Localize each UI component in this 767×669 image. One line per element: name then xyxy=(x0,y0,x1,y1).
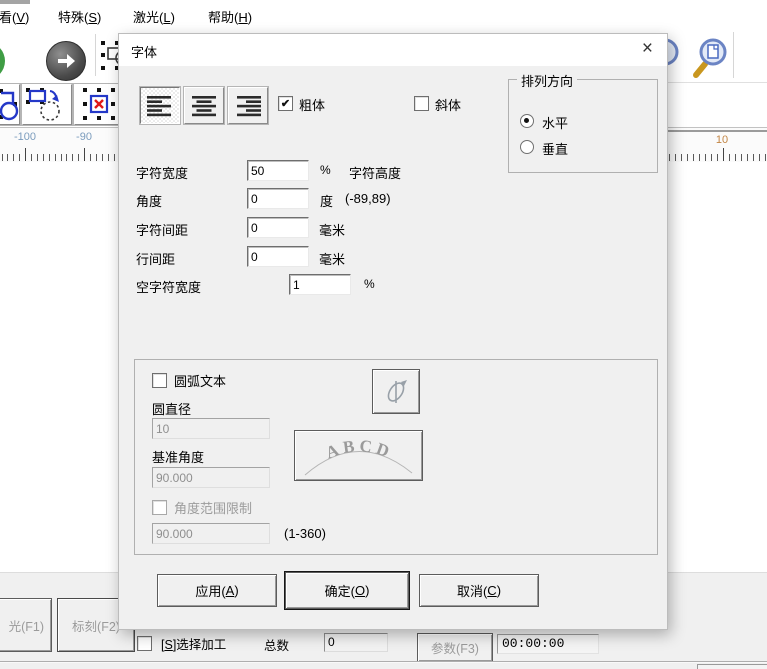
base-angle-input xyxy=(152,467,270,488)
empty-char-width-input[interactable] xyxy=(289,274,351,295)
angle-hint: (-89,89) xyxy=(345,191,391,206)
direction-group: 排列方向 水平 垂直 xyxy=(508,71,658,173)
apply-button[interactable]: 应用(A) xyxy=(157,574,277,607)
svg-text:ABCD: ABCD xyxy=(323,436,395,462)
align-left-icon xyxy=(147,95,171,116)
char-width-label: 字符宽度 xyxy=(136,166,189,181)
bold-checkbox[interactable]: ✔ xyxy=(278,96,293,111)
menu-item-view[interactable]: 查看(V) xyxy=(0,7,29,26)
param-button[interactable]: 参数(F3) xyxy=(417,633,493,662)
check-icon: ✔ xyxy=(280,98,291,110)
angle-label: 角度 xyxy=(136,194,163,209)
line-spacing-unit: 毫米 xyxy=(319,252,346,267)
delete-node-button[interactable] xyxy=(74,84,124,125)
ruler-right-segment: 0 10 xyxy=(668,128,767,163)
forward-button[interactable] xyxy=(46,41,86,81)
rotate-text-button[interactable] xyxy=(372,369,420,414)
dialog-title: 字体 xyxy=(131,45,158,60)
align-right-button[interactable] xyxy=(228,87,268,124)
angle-unit: 度 xyxy=(320,194,334,209)
circle-diameter-label: 圆直径 xyxy=(152,402,192,417)
char-width-unit: % xyxy=(320,163,331,177)
horizontal-label: 水平 xyxy=(542,116,569,131)
line-spacing-input[interactable] xyxy=(247,246,309,267)
arrow-right-icon xyxy=(58,54,75,68)
zoom-page-icon xyxy=(693,38,727,78)
char-width-input[interactable] xyxy=(247,160,309,181)
red-light-button[interactable]: 光(F1) xyxy=(0,598,52,652)
line-spacing-label: 行间距 xyxy=(136,252,176,267)
base-angle-label: 基准角度 xyxy=(152,450,205,465)
angle-range-limit-input xyxy=(152,523,270,544)
zoom-page-button[interactable] xyxy=(688,34,732,80)
green-circle-icon xyxy=(0,42,5,80)
menu-item-help[interactable]: 帮助(H) xyxy=(208,7,252,26)
rotate-tool-button[interactable] xyxy=(22,84,72,125)
font-dialog: 字体 × ✔ 粗体 斜体 排列方向 水平 垂直 字符宽度 50 % 字符高度 角… xyxy=(118,33,668,630)
menu-item-laser[interactable]: 激光(L) xyxy=(133,7,175,26)
menu-item-special[interactable]: 特殊(S) xyxy=(58,7,101,26)
menu-bar: 查看(V) 特殊(S) 激光(L) 帮助(H) xyxy=(0,0,767,29)
align-left-button[interactable] xyxy=(140,87,180,124)
circle-diameter-input xyxy=(152,418,270,439)
horizontal-radio[interactable] xyxy=(520,114,534,128)
cancel-button[interactable]: 取消(C) xyxy=(419,574,539,607)
toolbar-separator xyxy=(95,34,96,76)
select-process-checkbox[interactable] xyxy=(137,636,152,651)
angle-range-hint: (1-360) xyxy=(284,526,326,541)
vertical-radio[interactable] xyxy=(520,140,534,154)
timer-field: 00:00:00 xyxy=(497,634,599,654)
empty-char-width-label: 空字符宽度 xyxy=(136,280,202,295)
arc-text-label: 圆弧文本 xyxy=(174,374,227,389)
total-label: 总数 xyxy=(264,639,290,653)
app-window: 查看(V) 特殊(S) 激光(L) 帮助(H) xyxy=(0,0,767,669)
italic-label: 斜体 xyxy=(435,98,462,113)
angle-input[interactable] xyxy=(247,188,309,209)
delete-node-icon xyxy=(83,88,115,120)
angle-range-limit-label: 角度范围限制 xyxy=(174,501,253,516)
char-height-label: 字符高度 xyxy=(349,166,402,181)
statusbar-corner-pane xyxy=(697,664,767,669)
char-spacing-unit: 毫米 xyxy=(319,223,346,238)
select-process-label: [S]选择加工 xyxy=(161,638,227,652)
empty-char-width-unit: % xyxy=(364,277,375,291)
vertical-label: 垂直 xyxy=(542,142,569,157)
direction-group-title: 排列方向 xyxy=(517,71,578,90)
align-right-icon xyxy=(237,95,261,116)
arc-text-checkbox[interactable] xyxy=(152,373,167,388)
group-tool-button[interactable] xyxy=(0,84,20,125)
arc-preview-image: ABCD xyxy=(304,436,413,476)
bold-label: 粗体 xyxy=(299,98,326,113)
char-spacing-label: 字符间距 xyxy=(136,223,189,238)
window-edge-artifact xyxy=(0,0,30,4)
statusbar-divider-highlight xyxy=(0,662,767,663)
rotate-text-icon xyxy=(387,379,407,403)
char-spacing-input[interactable] xyxy=(247,217,309,238)
ok-button[interactable]: 确定(O) xyxy=(285,572,409,609)
close-button[interactable]: × xyxy=(642,38,653,60)
ruler-left-ticks xyxy=(0,128,130,163)
align-center-button[interactable] xyxy=(184,87,224,124)
dialog-titlebar[interactable]: 字体 × xyxy=(119,34,667,66)
angle-range-limit-checkbox xyxy=(152,500,167,515)
total-value-field[interactable]: 0 xyxy=(324,633,388,652)
ruler-left-segment: -100 -90 xyxy=(0,128,130,163)
align-center-icon xyxy=(192,95,216,116)
ruler-right-ticks xyxy=(668,128,767,163)
rotate-tool-icon xyxy=(26,88,60,121)
italic-checkbox[interactable] xyxy=(414,96,429,111)
toolbar-separator-right xyxy=(733,32,734,78)
arc-preview-button[interactable]: ABCD xyxy=(294,430,423,481)
group-tool-icon xyxy=(0,89,19,121)
arc-text-group: 圆弧文本 圆直径 基准角度 角度范围限制 (1-360) xyxy=(134,359,658,555)
